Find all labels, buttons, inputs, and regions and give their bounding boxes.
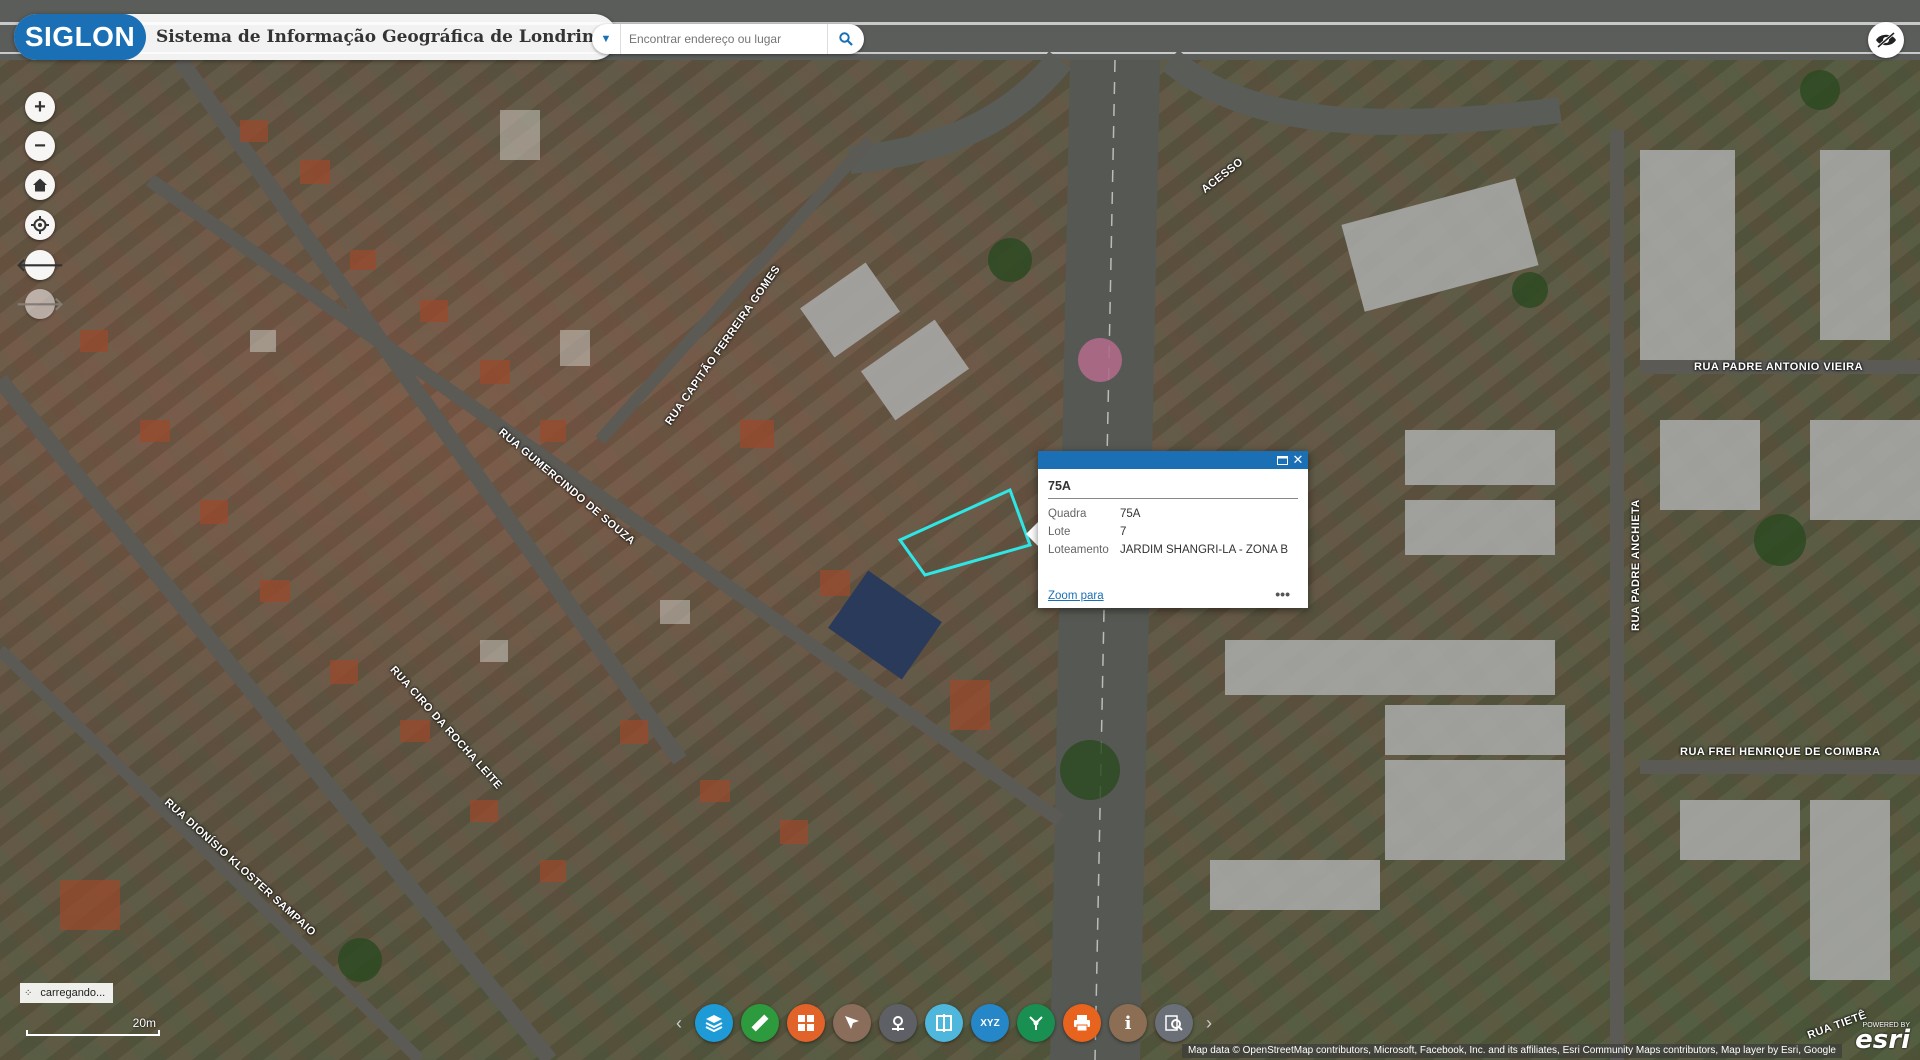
close-popup-button[interactable]: ✕ — [1290, 452, 1306, 468]
next-extent-button[interactable]: 🡒 — [16, 289, 64, 319]
arrow-left-icon: 🡐 — [15, 254, 65, 275]
loading-text: carregando... — [40, 987, 106, 999]
more-options-button[interactable]: ••• — [1275, 586, 1290, 602]
map-attribution: Map data © OpenStreetMap contributors, M… — [1181, 1044, 1842, 1058]
coordinate-button[interactable] — [879, 1004, 917, 1042]
xyz-icon: XYZ — [980, 1017, 1000, 1029]
search-widget: ▼ — [592, 24, 864, 54]
toolbar-prev-button[interactable]: ‹ — [667, 1013, 691, 1034]
info-button[interactable]: i — [1109, 1004, 1147, 1042]
info-icon: i — [1124, 1012, 1132, 1034]
spinner-icon: ⁘ — [24, 987, 33, 999]
attribute-key: Quadra — [1048, 508, 1087, 520]
popup-pointer — [1026, 522, 1038, 546]
share-icon — [1029, 1016, 1043, 1030]
share-button[interactable] — [1017, 1004, 1055, 1042]
scale-bar: 20m — [26, 1016, 160, 1036]
app-title: Sistema de Informação Geográfica de Lond… — [156, 27, 606, 47]
layers-icon — [705, 1015, 723, 1033]
attribute-row: Loteamento JARDIM SHANGRI-LA - ZONA B — [1048, 541, 1288, 559]
basemap-gallery-icon — [798, 1015, 814, 1031]
road-label: RUA PADRE ANTONIO VIEIRA — [1694, 361, 1864, 373]
search-button[interactable] — [827, 24, 864, 54]
print-icon — [1074, 1015, 1090, 1032]
scale-label: 20m — [132, 1016, 156, 1030]
siglon-logo: SIGLON — [14, 14, 146, 60]
eye-slash-icon — [1876, 32, 1896, 48]
attribute-key: Loteamento — [1048, 544, 1109, 556]
attribute-row: Lote 7 — [1048, 523, 1288, 541]
search-input[interactable] — [621, 25, 827, 53]
layers-button[interactable] — [695, 1004, 733, 1042]
zoom-out-button[interactable]: − — [25, 131, 55, 161]
minus-icon: − — [34, 134, 46, 157]
popup-attributes: Quadra 75A Lote 7 Loteamento JARDIM SHAN… — [1048, 505, 1288, 559]
previous-extent-button[interactable]: 🡐 — [16, 250, 64, 280]
road-label: RUA PADRE ANCHIETA — [1630, 499, 1642, 631]
logo-text: SIGLON — [24, 21, 136, 52]
locate-icon — [31, 216, 49, 234]
zoom-in-button[interactable]: + — [25, 92, 55, 122]
coordinate-icon — [892, 1016, 904, 1031]
popup-title: 75A — [1048, 479, 1298, 499]
caret-down-icon: ▼ — [600, 33, 612, 45]
maximize-icon — [1276, 455, 1288, 465]
locate-button[interactable] — [25, 210, 55, 240]
home-button[interactable] — [25, 170, 55, 200]
swipe-icon — [936, 1014, 952, 1032]
plus-icon: + — [34, 95, 46, 118]
widget-toolbar: ‹ XYZ i › — [667, 1003, 1237, 1043]
swipe-button[interactable] — [925, 1004, 963, 1042]
map-view[interactable]: RUA CAPITÃO FERREIRA GOMES RUA GUMERCIND… — [0, 0, 1920, 1060]
select-button[interactable] — [833, 1004, 871, 1042]
close-icon: ✕ — [1292, 452, 1304, 467]
attribute-value: 75A — [1120, 508, 1141, 520]
arrow-right-icon: 🡒 — [15, 293, 65, 314]
app-header: SIGLON Sistema de Informação Geográfica … — [14, 14, 618, 60]
toolbar-next-button[interactable]: › — [1197, 1013, 1221, 1034]
maximize-popup-button[interactable] — [1274, 452, 1290, 468]
query-button[interactable] — [1155, 1004, 1193, 1042]
feature-popup: ✕ 75A Quadra 75A Lote 7 Loteamento JARDI… — [1038, 451, 1308, 608]
xyz-button[interactable]: XYZ — [971, 1004, 1009, 1042]
print-button[interactable] — [1063, 1004, 1101, 1042]
visibility-toggle-button[interactable] — [1868, 22, 1904, 58]
select-icon — [845, 1016, 859, 1029]
attribute-key: Lote — [1048, 526, 1071, 538]
attribute-value: 7 — [1120, 526, 1127, 538]
measure-icon — [751, 1014, 769, 1032]
road-label: RUA FREI HENRIQUE DE COIMBRA — [1680, 746, 1881, 758]
esri-brand: esri — [1855, 1025, 1910, 1055]
attribute-row: Quadra 75A — [1048, 505, 1288, 523]
basemap-gallery-button[interactable] — [787, 1004, 825, 1042]
attribute-value: JARDIM SHANGRI-LA - ZONA B — [1120, 544, 1289, 556]
loading-indicator: ⁘ carregando... — [20, 983, 114, 1003]
query-icon — [1165, 1015, 1183, 1031]
zoom-to-link[interactable]: Zoom para — [1048, 590, 1104, 602]
search-source-dropdown[interactable]: ▼ — [592, 24, 621, 54]
popup-header-bar: ✕ — [1038, 451, 1308, 469]
search-icon — [839, 32, 853, 46]
measure-button[interactable] — [741, 1004, 779, 1042]
selected-parcel[interactable] — [897, 487, 1032, 577]
esri-logo: POWERED BY esri — [1855, 1022, 1910, 1055]
home-icon — [33, 178, 47, 192]
